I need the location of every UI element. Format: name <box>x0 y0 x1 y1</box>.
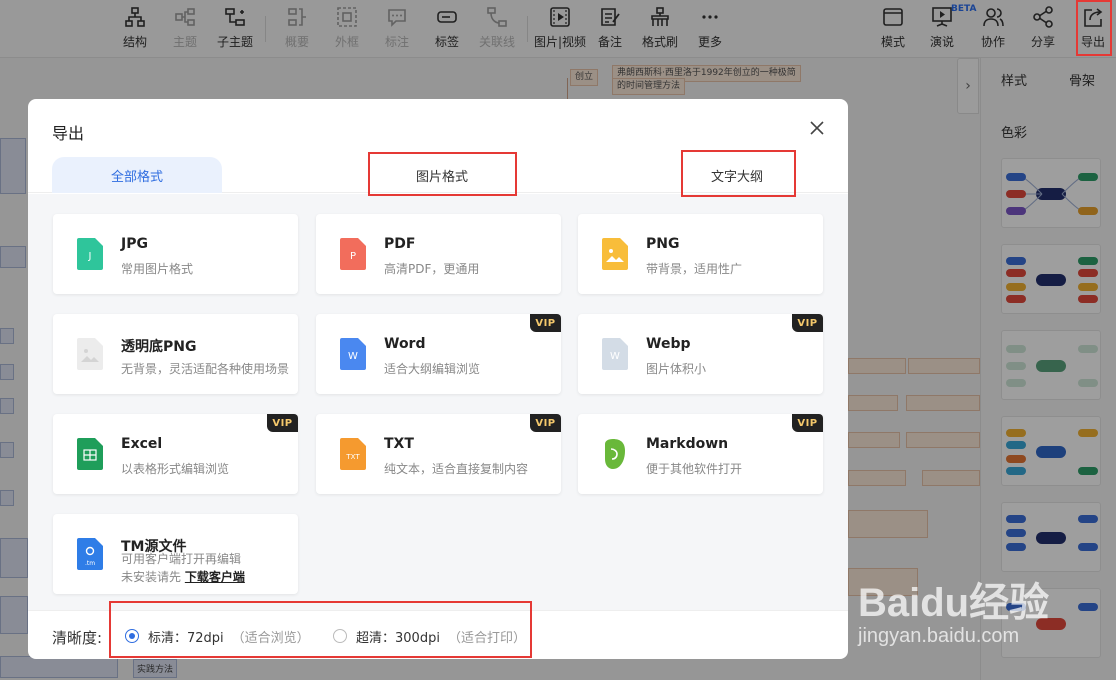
svg-text:P: P <box>350 251 356 262</box>
format-desc: 以表格形式编辑浏览 <box>121 462 230 476</box>
format-name: Excel <box>121 436 163 452</box>
format-name: PDF <box>384 236 416 252</box>
tm-file-icon: .tm <box>77 538 103 570</box>
format-name: TXT <box>384 436 414 452</box>
format-desc: 适合大纲编辑浏览 <box>384 362 481 376</box>
format-card-markdown[interactable]: VIP Markdown 便于其他软件打开 <box>578 414 823 494</box>
format-desc: 高清PDF，更通用 <box>384 262 480 276</box>
format-desc: 可用客户端打开再编辑 <box>121 552 242 566</box>
clarity-label: 清晰度: <box>52 629 103 647</box>
vip-badge: VIP <box>530 314 561 332</box>
format-card-jpg[interactable]: J JPG 常用图片格式 <box>53 214 298 294</box>
highlight-box-image-tab <box>368 152 517 196</box>
tab-all-formats[interactable]: 全部格式 <box>52 157 222 193</box>
format-name: Word <box>384 336 426 352</box>
markdown-file-icon <box>605 439 625 469</box>
svg-text:W: W <box>348 351 358 362</box>
txt-file-icon: TXT <box>340 438 366 470</box>
format-card-txt[interactable]: VIP TXT TXT 纯文本，适合直接复制内容 <box>316 414 561 494</box>
client-hint: 未安装请先 下载客户端 <box>121 568 245 585</box>
pdf-file-icon: P <box>340 238 366 270</box>
format-desc: 纯文本，适合直接复制内容 <box>384 462 529 476</box>
highlight-box-text-tab <box>681 150 796 197</box>
format-card-tm-source[interactable]: .tm TM源文件 可用客户端打开再编辑 未安装请先 下载客户端 <box>53 514 298 594</box>
vip-badge: VIP <box>530 414 561 432</box>
watermark-logo: Baidu经验 <box>858 581 1050 625</box>
svg-text:.tm: .tm <box>85 560 95 567</box>
client-hint-text: 未安装请先 <box>121 570 182 584</box>
svg-text:TXT: TXT <box>345 453 360 461</box>
png-file-icon <box>602 238 628 270</box>
webp-file-icon: W <box>602 338 628 370</box>
format-card-png[interactable]: PNG 带背景，适用性广 <box>578 214 823 294</box>
highlight-box-clarity <box>109 601 532 658</box>
transparent-png-file-icon <box>77 338 103 370</box>
jpg-file-icon: J <box>77 238 103 270</box>
format-desc: 带背景，适用性广 <box>646 262 743 276</box>
format-grid: J JPG 常用图片格式 P PDF 高清PDF，更通用 PNG 带背景，适用性… <box>28 194 848 610</box>
dialog-title: 导出 <box>52 124 85 143</box>
vip-badge: VIP <box>792 314 823 332</box>
format-desc: 便于其他软件打开 <box>646 462 743 476</box>
svg-text:W: W <box>610 351 620 362</box>
watermark-url: jingyan.baidu.com <box>858 625 1020 647</box>
format-card-transparent-png[interactable]: 透明底PNG 无背景，灵活适配各种使用场景 <box>53 314 298 394</box>
format-name: JPG <box>121 236 148 252</box>
svg-text:J: J <box>88 251 92 262</box>
format-name: PNG <box>646 236 680 252</box>
format-name: Webp <box>646 336 691 352</box>
format-desc: 图片体积小 <box>646 362 707 376</box>
excel-file-icon <box>77 438 103 470</box>
vip-badge: VIP <box>267 414 298 432</box>
format-card-excel[interactable]: VIP Excel 以表格形式编辑浏览 <box>53 414 298 494</box>
format-card-pdf[interactable]: P PDF 高清PDF，更通用 <box>316 214 561 294</box>
format-name: 透明底PNG <box>121 339 197 355</box>
format-desc: 无背景，灵活适配各种使用场景 <box>121 362 290 376</box>
close-icon[interactable] <box>808 119 826 137</box>
format-desc: 常用图片格式 <box>121 262 194 276</box>
highlight-box-export <box>1076 0 1112 56</box>
word-file-icon: W <box>340 338 366 370</box>
format-card-webp[interactable]: VIP W Webp 图片体积小 <box>578 314 823 394</box>
vip-badge: VIP <box>792 414 823 432</box>
download-client-link[interactable]: 下载客户端 <box>185 570 245 584</box>
format-card-word[interactable]: VIP W Word 适合大纲编辑浏览 <box>316 314 561 394</box>
format-name: Markdown <box>646 436 729 452</box>
